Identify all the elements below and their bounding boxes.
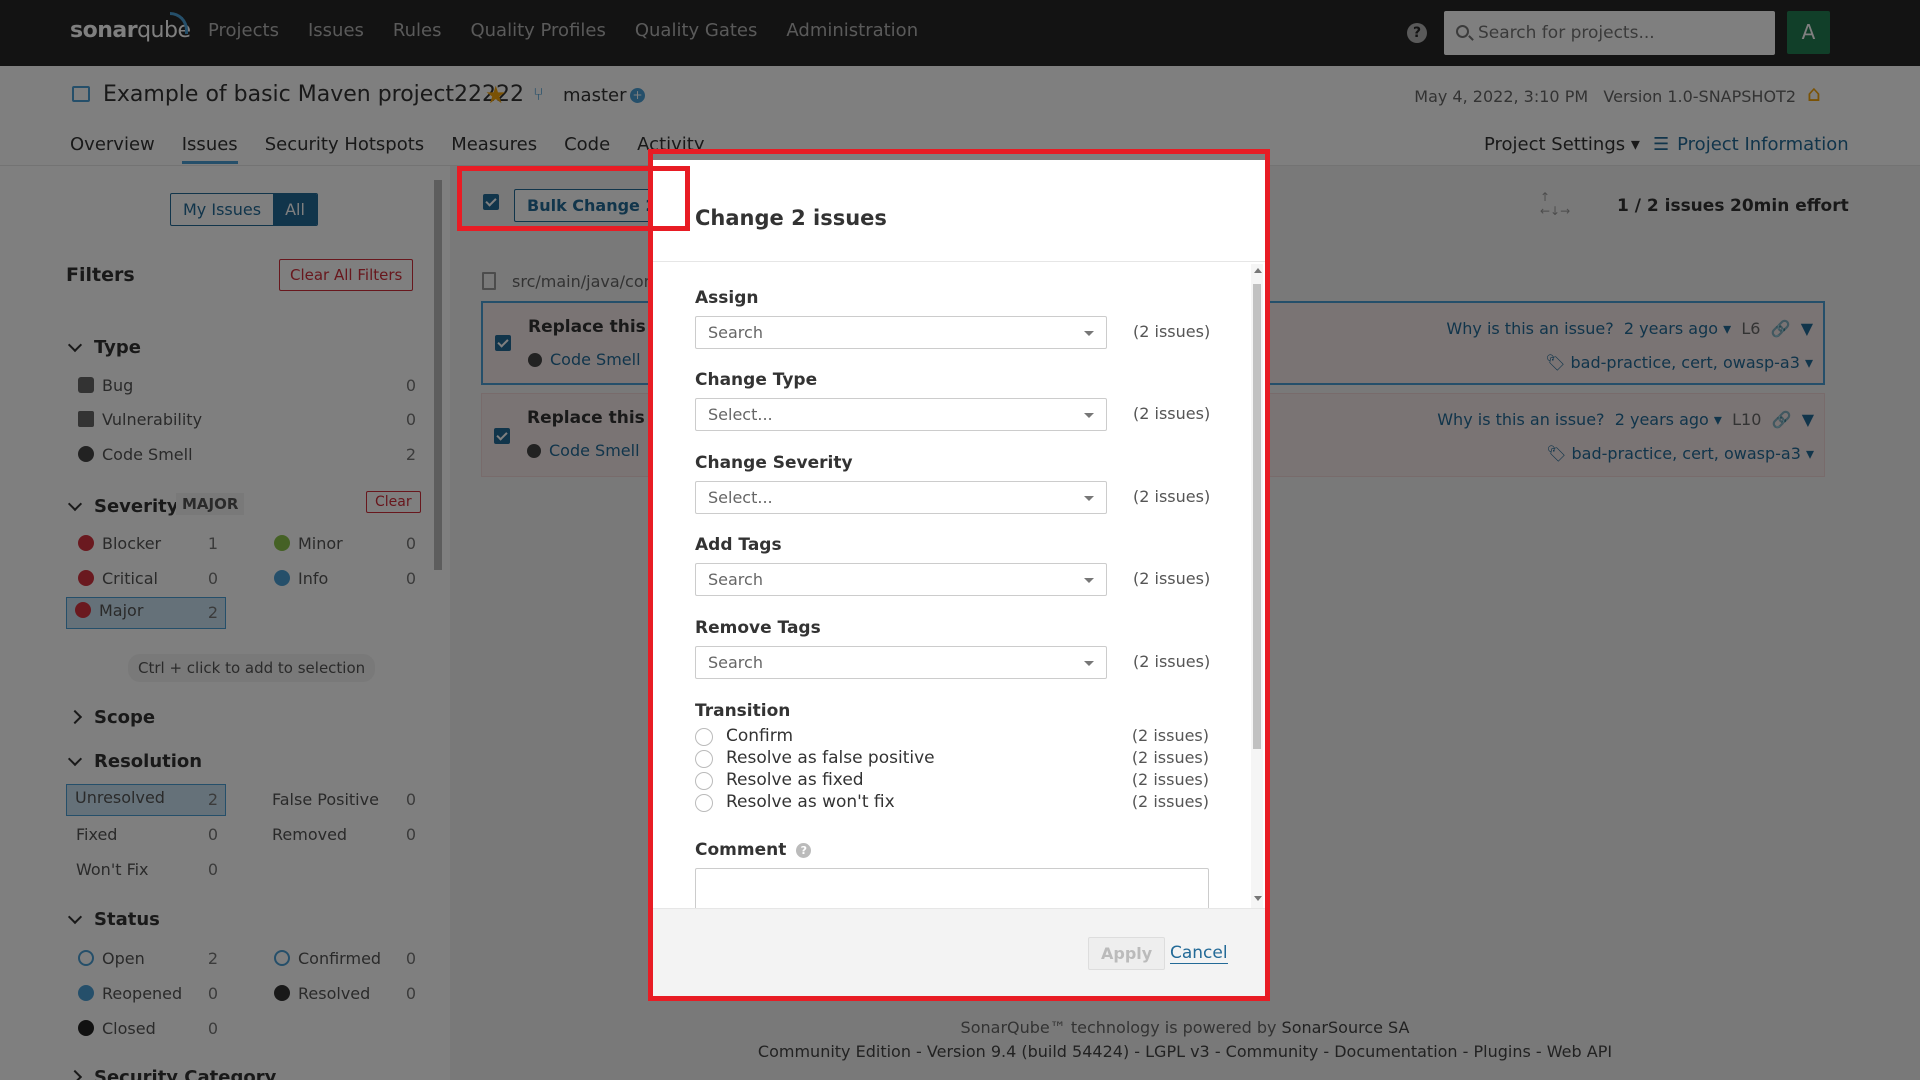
highlight-box-modal <box>648 149 1270 1001</box>
highlight-box-bulk-change <box>457 166 690 231</box>
